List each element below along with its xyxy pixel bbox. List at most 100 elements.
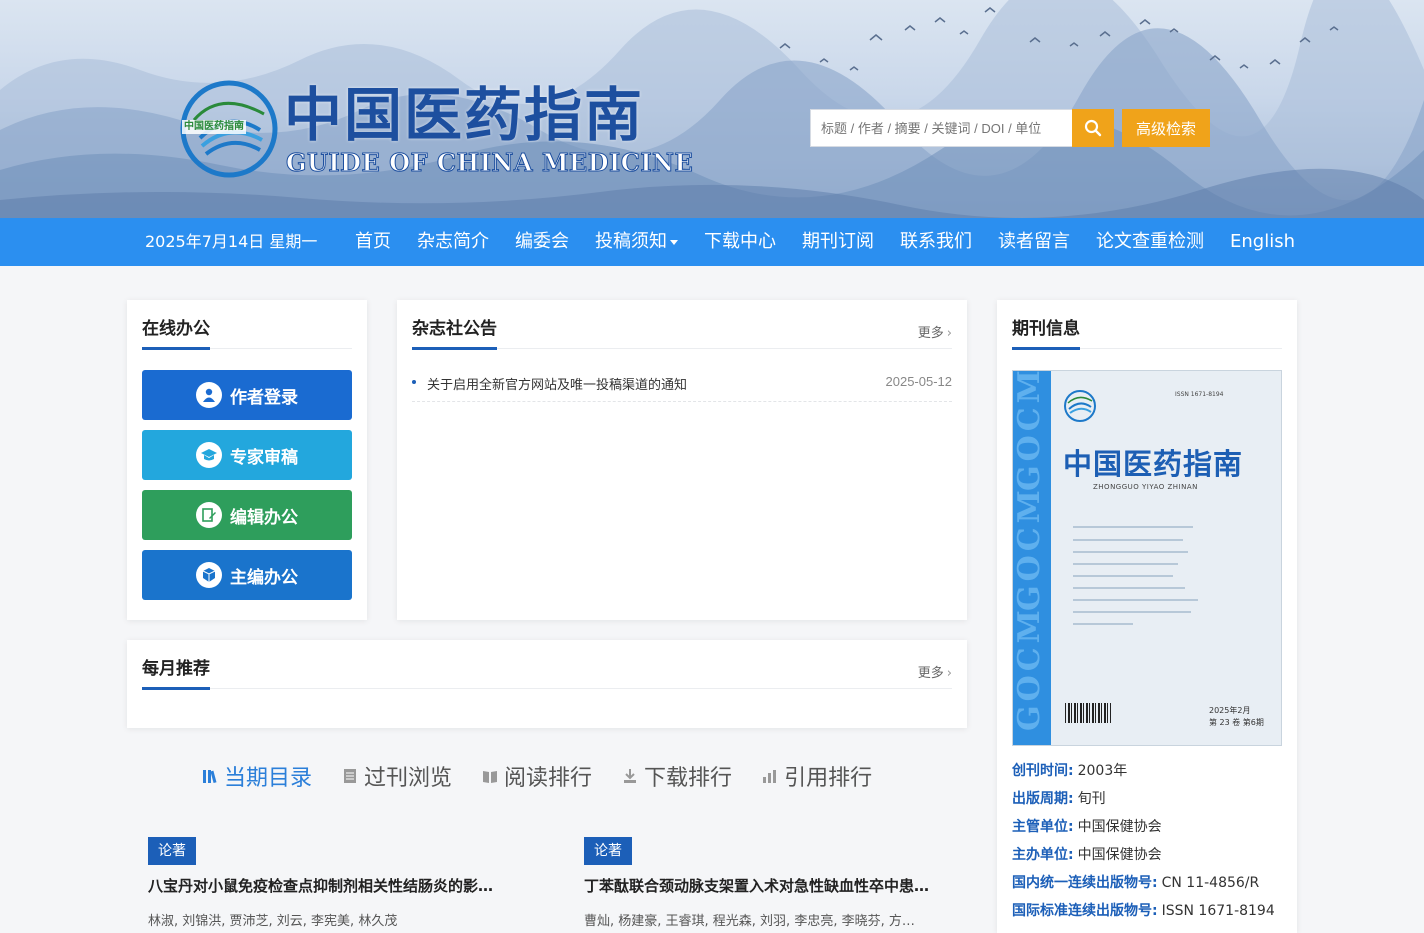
online-office-title: 在线办公 xyxy=(142,314,210,350)
cover-text-line xyxy=(1073,526,1193,528)
logo-title-cn: 中国医药指南 xyxy=(284,81,645,149)
cover-issn: ISSN 1671-8194 xyxy=(1175,391,1224,398)
info-val: 中国保健协会 xyxy=(1077,847,1162,863)
list-item[interactable]: 关于启用全新官方网站及唯一投稿渠道的通知 2025-05-12 xyxy=(412,370,952,402)
info-val: 中国保健协会 xyxy=(1077,819,1162,835)
nav-item-subscribe[interactable]: 期刊订阅 xyxy=(789,218,887,266)
cover-text-line xyxy=(1073,599,1198,601)
cover-strip-text: GOCM GOCM GOCM xyxy=(1013,371,1047,731)
notice-more-link[interactable]: 更多 xyxy=(918,322,952,341)
header-banner: 中国医药指南 中国医药指南 GUIDE OF CHINA MEDICINE 高级… xyxy=(0,0,1424,218)
editor-office-button[interactable]: 编辑办公 xyxy=(142,490,352,540)
tab-label: 阅读排行 xyxy=(504,766,593,791)
cover-text-line xyxy=(1073,623,1133,625)
nav-item-plagiarism-check[interactable]: 论文查重检测 xyxy=(1083,218,1217,266)
search-icon xyxy=(1084,119,1102,137)
tab-label: 下载排行 xyxy=(644,766,733,791)
nav-items: 首页 杂志简介 编委会 投稿须知 下载中心 期刊订阅 联系我们 读者留言 论文查… xyxy=(342,218,1308,266)
logo-title-en: GUIDE OF CHINA MEDICINE xyxy=(285,148,694,178)
expert-review-label: 专家审稿 xyxy=(230,447,298,468)
search-button[interactable] xyxy=(1072,109,1114,147)
nav-item-downloads[interactable]: 下载中心 xyxy=(691,218,789,266)
logo-badge-text: 中国医药指南 xyxy=(182,120,246,134)
notice-item-date: 2025-05-12 xyxy=(885,374,953,389)
download-icon xyxy=(624,769,637,783)
cover-strip-gocm-3: GOCM xyxy=(1013,371,1047,491)
search-bar: 高级检索 xyxy=(810,109,1210,147)
info-row: 国际标准连续出版物号: ISSN 1671-8194 xyxy=(1012,901,1275,921)
cover-text-line xyxy=(1073,563,1178,565)
chief-editor-office-button[interactable]: 主编办公 xyxy=(142,550,352,600)
online-office-head: 在线办公 xyxy=(142,300,352,350)
editor-office-label: 编辑办公 xyxy=(230,507,298,528)
graduation-cap-icon xyxy=(196,442,222,468)
info-val: 旬刊 xyxy=(1077,791,1106,807)
cover-date: 2025年2月 xyxy=(1209,706,1251,715)
tab-label: 当期目录 xyxy=(224,766,313,791)
search-input[interactable] xyxy=(810,109,1072,147)
notice-head: 杂志社公告 更多 xyxy=(412,300,952,350)
nav-date: 2025年7月14日 星期一 xyxy=(145,232,318,251)
author-login-label: 作者登录 xyxy=(230,387,298,408)
online-office-panel: 在线办公 作者登录 专家审稿 编辑办公 主编办公 xyxy=(127,300,367,620)
author-login-button[interactable]: 作者登录 xyxy=(142,370,352,420)
main-nav: 2025年7月14日 星期一 首页 杂志简介 编委会 投稿须知 下载中心 期刊订… xyxy=(0,218,1424,266)
nav-item-english[interactable]: English xyxy=(1217,218,1308,266)
nav-item-home[interactable]: 首页 xyxy=(342,218,404,266)
journal-info-title: 期刊信息 xyxy=(1012,314,1080,350)
nav-item-submission[interactable]: 投稿须知 xyxy=(582,218,691,266)
info-key: 主管单位: xyxy=(1012,819,1074,835)
monthly-head: 每月推荐 更多 xyxy=(142,640,952,690)
notice-item-title[interactable]: 关于启用全新官方网站及唯一投稿渠道的通知 xyxy=(427,374,687,393)
nav-item-about[interactable]: 杂志简介 xyxy=(404,218,502,266)
article-tag: 论著 xyxy=(584,837,632,865)
info-val: ISSN 1671-8194 xyxy=(1161,903,1275,919)
article-authors: 林淑, 刘锦洪, 贾沛芝, 刘云, 李宪美, 林久茂 xyxy=(148,914,398,929)
notice-title: 杂志社公告 xyxy=(412,314,497,350)
article-card: 论著 丁苯酞联合颈动脉支架置入术对急性缺血性卒中患… 曹灿, 杨建豪, 王睿琪,… xyxy=(584,837,964,929)
cover-text-line xyxy=(1073,551,1188,553)
article-tag: 论著 xyxy=(148,837,196,865)
tab-citation-rank[interactable]: 引用排行 xyxy=(762,760,872,792)
article-title[interactable]: 八宝丹对小鼠免疫检查点抑制剂相关性结肠炎的影… xyxy=(148,875,528,896)
advanced-search-button[interactable]: 高级检索 xyxy=(1122,109,1210,147)
tab-label: 过刊浏览 xyxy=(364,766,453,791)
info-key: 创刊时间: xyxy=(1012,763,1074,779)
journal-cover-image[interactable]: GOCM GOCM GOCM ISSN 1671-8194 中国医药指南 ZHO… xyxy=(1012,370,1282,746)
tab-reading-rank[interactable]: 阅读排行 xyxy=(482,760,592,792)
bar-chart-icon xyxy=(763,770,777,783)
article-title[interactable]: 丁苯酞联合颈动脉支架置入术对急性缺血性卒中患… xyxy=(584,875,964,896)
site-logo[interactable]: 中国医药指南 中国医药指南 GUIDE OF CHINA MEDICINE xyxy=(180,80,693,180)
journal-info-panel: 期刊信息 GOCM GOCM GOCM ISSN 1671-8194 中国医药指… xyxy=(997,300,1297,933)
chief-editor-office-label: 主编办公 xyxy=(230,567,298,588)
info-key: 出版周期: xyxy=(1012,791,1074,807)
info-key: 国际标准连续出版物号: xyxy=(1012,903,1158,919)
notice-panel: 杂志社公告 更多 关于启用全新官方网站及唯一投稿渠道的通知 2025-05-12 xyxy=(397,300,967,620)
article-card: 论著 八宝丹对小鼠免疫检查点抑制剂相关性结肠炎的影… 林淑, 刘锦洪, 贾沛芝,… xyxy=(148,837,528,929)
monthly-more-link[interactable]: 更多 xyxy=(918,662,952,681)
info-val: CN 11-4856/R xyxy=(1161,875,1260,891)
expert-review-button[interactable]: 专家审稿 xyxy=(142,430,352,480)
info-row: 出版周期: 旬刊 xyxy=(1012,789,1106,809)
journal-info-head: 期刊信息 xyxy=(1012,300,1282,350)
nav-item-contact[interactable]: 联系我们 xyxy=(887,218,985,266)
tab-label: 引用排行 xyxy=(784,766,873,791)
books-icon xyxy=(203,770,217,784)
info-key: 主办单位: xyxy=(1012,847,1074,863)
issue-tabs: 当期目录 过刊浏览 阅读排行 下载排行 引用排行 xyxy=(202,760,902,792)
tab-past-issues[interactable]: 过刊浏览 xyxy=(342,760,452,792)
info-row: 主管单位: 中国保健协会 xyxy=(1012,817,1162,837)
tab-current-issue[interactable]: 当期目录 xyxy=(202,760,312,792)
cube-icon xyxy=(196,562,222,588)
cover-logo-icon xyxy=(1064,390,1096,422)
bullet-icon xyxy=(412,380,416,384)
cover-text-line xyxy=(1073,575,1173,577)
tab-download-rank[interactable]: 下载排行 xyxy=(622,760,732,792)
nav-item-messages[interactable]: 读者留言 xyxy=(985,218,1083,266)
info-val: 2003年 xyxy=(1077,763,1128,779)
info-row: 创刊时间: 2003年 xyxy=(1012,761,1127,781)
cover-strip-gocm-2: GOCM xyxy=(1013,486,1047,611)
info-row: 主办单位: 中国保健协会 xyxy=(1012,845,1162,865)
user-icon xyxy=(196,382,222,408)
nav-item-editorial-board[interactable]: 编委会 xyxy=(502,218,582,266)
